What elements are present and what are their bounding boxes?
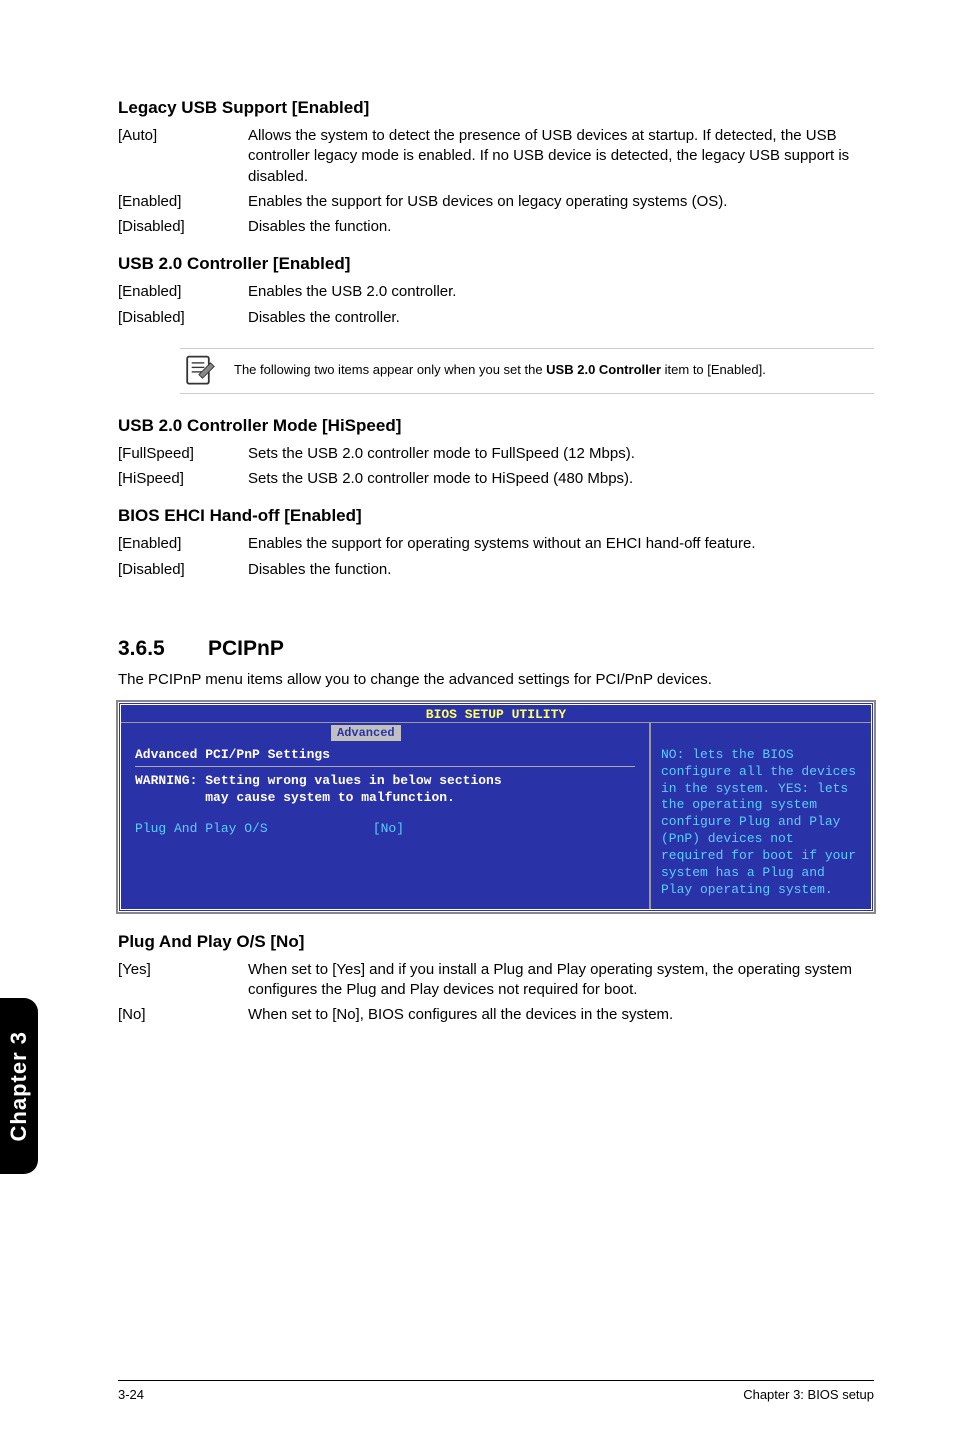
pcipnp-intro: The PCIPnP menu items allow you to chang… bbox=[118, 671, 874, 688]
usb20-ctrl-heading: USB 2.0 Controller [Enabled] bbox=[118, 254, 874, 274]
option-key: [No] bbox=[118, 1005, 248, 1025]
option-desc: When set to [Yes] and if you install a P… bbox=[248, 960, 874, 1001]
option-key: [HiSpeed] bbox=[118, 469, 248, 489]
option-key: [Disabled] bbox=[118, 308, 248, 328]
note-icon bbox=[180, 353, 216, 389]
page-footer: 3-24 Chapter 3: BIOS setup bbox=[118, 1380, 874, 1402]
option-row: [No] When set to [No], BIOS configures a… bbox=[118, 1005, 874, 1025]
option-key: [Disabled] bbox=[118, 217, 248, 237]
option-key: [Enabled] bbox=[118, 534, 248, 554]
usb20-mode-heading: USB 2.0 Controller Mode [HiSpeed] bbox=[118, 416, 874, 436]
ehci-heading: BIOS EHCI Hand-off [Enabled] bbox=[118, 506, 874, 526]
bios-warning: WARNING: Setting wrong values in below s… bbox=[135, 773, 635, 807]
bios-title: BIOS SETUP UTILITY bbox=[426, 707, 566, 722]
pnp-heading: Plug And Play O/S [No] bbox=[118, 932, 874, 952]
option-desc: Sets the USB 2.0 controller mode to HiSp… bbox=[248, 469, 874, 489]
option-row: [Enabled] Enables the support for USB de… bbox=[118, 192, 874, 212]
legacy-usb-heading: Legacy USB Support [Enabled] bbox=[118, 98, 874, 118]
option-key: [Enabled] bbox=[118, 192, 248, 212]
option-key: [Auto] bbox=[118, 126, 248, 187]
page-number: 3-24 bbox=[118, 1387, 144, 1402]
option-row: [Disabled] Disables the controller. bbox=[118, 308, 874, 328]
bios-screenshot: BIOS SETUP UTILITY Advanced Advanced PCI… bbox=[118, 702, 874, 912]
option-desc: Sets the USB 2.0 controller mode to Full… bbox=[248, 444, 874, 464]
option-row: [Enabled] Enables the USB 2.0 controller… bbox=[118, 282, 874, 302]
option-desc: When set to [No], BIOS configures all th… bbox=[248, 1005, 874, 1025]
option-desc: Enables the support for USB devices on l… bbox=[248, 192, 874, 212]
pcipnp-heading: 3.6.5PCIPnP bbox=[118, 637, 874, 661]
chapter-tab: Chapter 3 bbox=[0, 998, 38, 1174]
footer-chapter: Chapter 3: BIOS setup bbox=[743, 1387, 874, 1402]
option-row: [HiSpeed] Sets the USB 2.0 controller mo… bbox=[118, 469, 874, 489]
option-desc: Disables the function. bbox=[248, 560, 874, 580]
option-desc: Disables the function. bbox=[248, 217, 874, 237]
option-desc: Enables the support for operating system… bbox=[248, 534, 874, 554]
option-row: [Enabled] Enables the support for operat… bbox=[118, 534, 874, 554]
bios-setting-row: Plug And Play O/S [No] bbox=[135, 821, 635, 836]
option-row: [Disabled] Disables the function. bbox=[118, 217, 874, 237]
option-desc: Enables the USB 2.0 controller. bbox=[248, 282, 874, 302]
option-key: [Yes] bbox=[118, 960, 248, 1001]
option-row: [Auto] Allows the system to detect the p… bbox=[118, 126, 874, 187]
note-block: The following two items appear only when… bbox=[180, 338, 874, 404]
option-desc: Allows the system to detect the presence… bbox=[248, 126, 874, 187]
option-key: [Enabled] bbox=[118, 282, 248, 302]
option-row: [FullSpeed] Sets the USB 2.0 controller … bbox=[118, 444, 874, 464]
option-key: [Disabled] bbox=[118, 560, 248, 580]
option-row: [Disabled] Disables the function. bbox=[118, 560, 874, 580]
note-text: The following two items appear only when… bbox=[234, 362, 766, 379]
option-row: [Yes] When set to [Yes] and if you insta… bbox=[118, 960, 874, 1001]
bios-help-text: NO: lets the BIOS configure all the devi… bbox=[651, 723, 871, 909]
option-desc: Disables the controller. bbox=[248, 308, 874, 328]
bios-left-heading: Advanced PCI/PnP Settings bbox=[135, 747, 635, 762]
option-key: [FullSpeed] bbox=[118, 444, 248, 464]
